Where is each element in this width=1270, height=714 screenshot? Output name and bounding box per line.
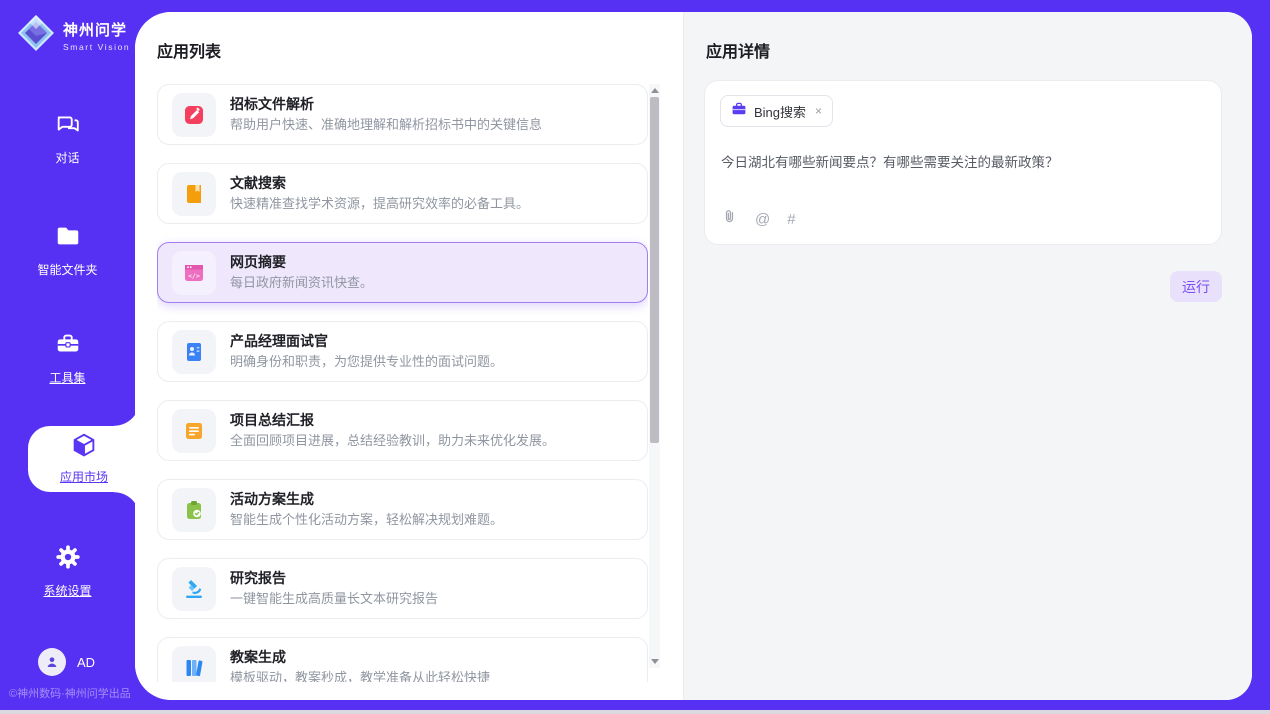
chat-icon	[54, 125, 82, 142]
book-icon	[172, 172, 216, 216]
app-card-desc: 智能生成个性化活动方案，轻松解决规划难题。	[230, 512, 503, 528]
cube-icon	[69, 448, 99, 465]
app-card-title: 教案生成	[230, 649, 490, 666]
app-list-panel: 应用列表 招标文件解析 帮助用户快速、准确地理解和解析招标书中的关键信息	[135, 12, 683, 700]
books-icon	[172, 646, 216, 683]
microscope-icon	[172, 567, 216, 611]
scrollbar-thumb[interactable]	[650, 97, 659, 443]
brand-subtitle: Smart Vision	[63, 42, 130, 52]
app-card-event-plan[interactable]: 活动方案生成 智能生成个性化活动方案，轻松解决规划难题。	[157, 479, 648, 540]
app-card-research-report[interactable]: 研究报告 一键智能生成高质量长文本研究报告	[157, 558, 648, 619]
sidebar-item-label: 系统设置	[0, 582, 135, 599]
query-text[interactable]: 今日湖北有哪些新闻要点？有哪些需要关注的最新政策？	[721, 151, 1205, 171]
gem-logo-icon	[16, 13, 56, 58]
close-icon[interactable]: ×	[815, 104, 822, 118]
user-name: AD	[77, 655, 95, 670]
app-window: 神州问学 Smart Vision 对话 智能文件夹	[0, 0, 1270, 710]
clipboard-icon	[172, 488, 216, 532]
avatar	[38, 648, 66, 676]
content-area: 应用列表 招标文件解析 帮助用户快速、准确地理解和解析招标书中的关键信息	[135, 12, 1252, 700]
attachment-toolbar: @ #	[721, 208, 796, 230]
browser-icon: </>	[172, 251, 216, 295]
app-card-title: 研究报告	[230, 570, 438, 587]
app-card-pm-interviewer[interactable]: 产品经理面试官 明确身份和职责，为您提供专业性的面试问题。	[157, 321, 648, 382]
user-account[interactable]: AD	[38, 648, 95, 676]
app-card-literature-search[interactable]: 文献搜索 快速精准查找学术资源，提高研究效率的必备工具。	[157, 163, 648, 224]
app-detail-panel: 应用详情 Bing搜索 × 今日湖北有哪些新闻要点？有哪些需要关注的最新政策？	[683, 12, 1252, 700]
app-card-lesson-plan[interactable]: 教案生成 模板驱动，教案秒成，教学准备从此轻松快捷	[157, 637, 648, 682]
app-card-bid-analysis[interactable]: 招标文件解析 帮助用户快速、准确地理解和解析招标书中的关键信息	[157, 84, 648, 145]
app-card-project-summary[interactable]: 项目总结汇报 全面回顾项目进展，总结经验教训，助力未来优化发展。	[157, 400, 648, 461]
briefcase-icon	[731, 101, 747, 122]
sidebar-item-label: 智能文件夹	[0, 261, 135, 278]
gear-icon	[54, 558, 82, 575]
app-card-desc: 一键智能生成高质量长文本研究报告	[230, 591, 438, 607]
paperclip-icon[interactable]	[721, 208, 738, 230]
list-scrollbar[interactable]	[649, 84, 660, 668]
edit-icon	[172, 93, 216, 137]
sidebar-item-settings[interactable]: 系统设置	[0, 543, 135, 599]
app-card-desc: 快速精准查找学术资源，提高研究效率的必备工具。	[230, 196, 529, 212]
notes-icon	[172, 409, 216, 453]
app-card-desc: 帮助用户快速、准确地理解和解析招标书中的关键信息	[230, 117, 542, 133]
mention-icon[interactable]: @	[755, 212, 770, 227]
copyright-text: ©神州数码·神州问学出品	[9, 685, 131, 701]
sidebar-item-chat[interactable]: 对话	[0, 110, 135, 166]
app-card-web-summary[interactable]: </> 网页摘要 每日政府新闻资讯快查。	[157, 242, 648, 303]
app-card-title: 文献搜索	[230, 175, 529, 192]
sidebar-item-label: 工具集	[0, 369, 135, 386]
toolbox-icon	[54, 345, 82, 362]
hash-icon[interactable]: #	[787, 212, 795, 227]
sidebar-item-app-market[interactable]: 应用市场	[28, 426, 140, 492]
app-list: 招标文件解析 帮助用户快速、准确地理解和解析招标书中的关键信息 文献搜索 快速精…	[157, 84, 648, 682]
app-card-title: 项目总结汇报	[230, 412, 555, 429]
app-list-title: 应用列表	[157, 38, 221, 62]
app-card-title: 网页摘要	[230, 254, 373, 271]
run-button[interactable]: 运行	[1170, 271, 1222, 302]
app-card-title: 招标文件解析	[230, 96, 542, 113]
tool-chip-label: Bing搜索	[754, 102, 806, 121]
app-card-title: 活动方案生成	[230, 491, 503, 508]
app-detail-title: 应用详情	[706, 38, 770, 62]
brand-logo: 神州问学 Smart Vision	[16, 13, 130, 58]
sidebar-item-toolset[interactable]: 工具集	[0, 330, 135, 386]
sidebar-item-label: 应用市场	[28, 468, 140, 485]
app-card-desc: 明确身份和职责，为您提供专业性的面试问题。	[230, 354, 503, 370]
app-card-desc: 模板驱动，教案秒成，教学准备从此轻松快捷	[230, 670, 490, 682]
brand-name: 神州问学	[63, 22, 127, 39]
query-input-card[interactable]: Bing搜索 × 今日湖北有哪些新闻要点？有哪些需要关注的最新政策？ @ #	[704, 80, 1222, 245]
tool-chip-bing-search[interactable]: Bing搜索 ×	[720, 95, 833, 127]
folder-icon	[54, 237, 82, 254]
app-card-desc: 每日政府新闻资讯快查。	[230, 275, 373, 291]
scroll-down-arrow-icon[interactable]	[649, 656, 660, 667]
app-card-title: 产品经理面试官	[230, 333, 503, 350]
resume-icon	[172, 330, 216, 374]
scroll-up-arrow-icon[interactable]	[649, 85, 660, 96]
sidebar-item-smart-folder[interactable]: 智能文件夹	[0, 222, 135, 278]
app-card-desc: 全面回顾项目进展，总结经验教训，助力未来优化发展。	[230, 433, 555, 449]
sidebar: 神州问学 Smart Vision 对话 智能文件夹	[0, 0, 135, 710]
svg-text:</>: </>	[188, 271, 200, 279]
sidebar-item-label: 对话	[0, 149, 135, 166]
